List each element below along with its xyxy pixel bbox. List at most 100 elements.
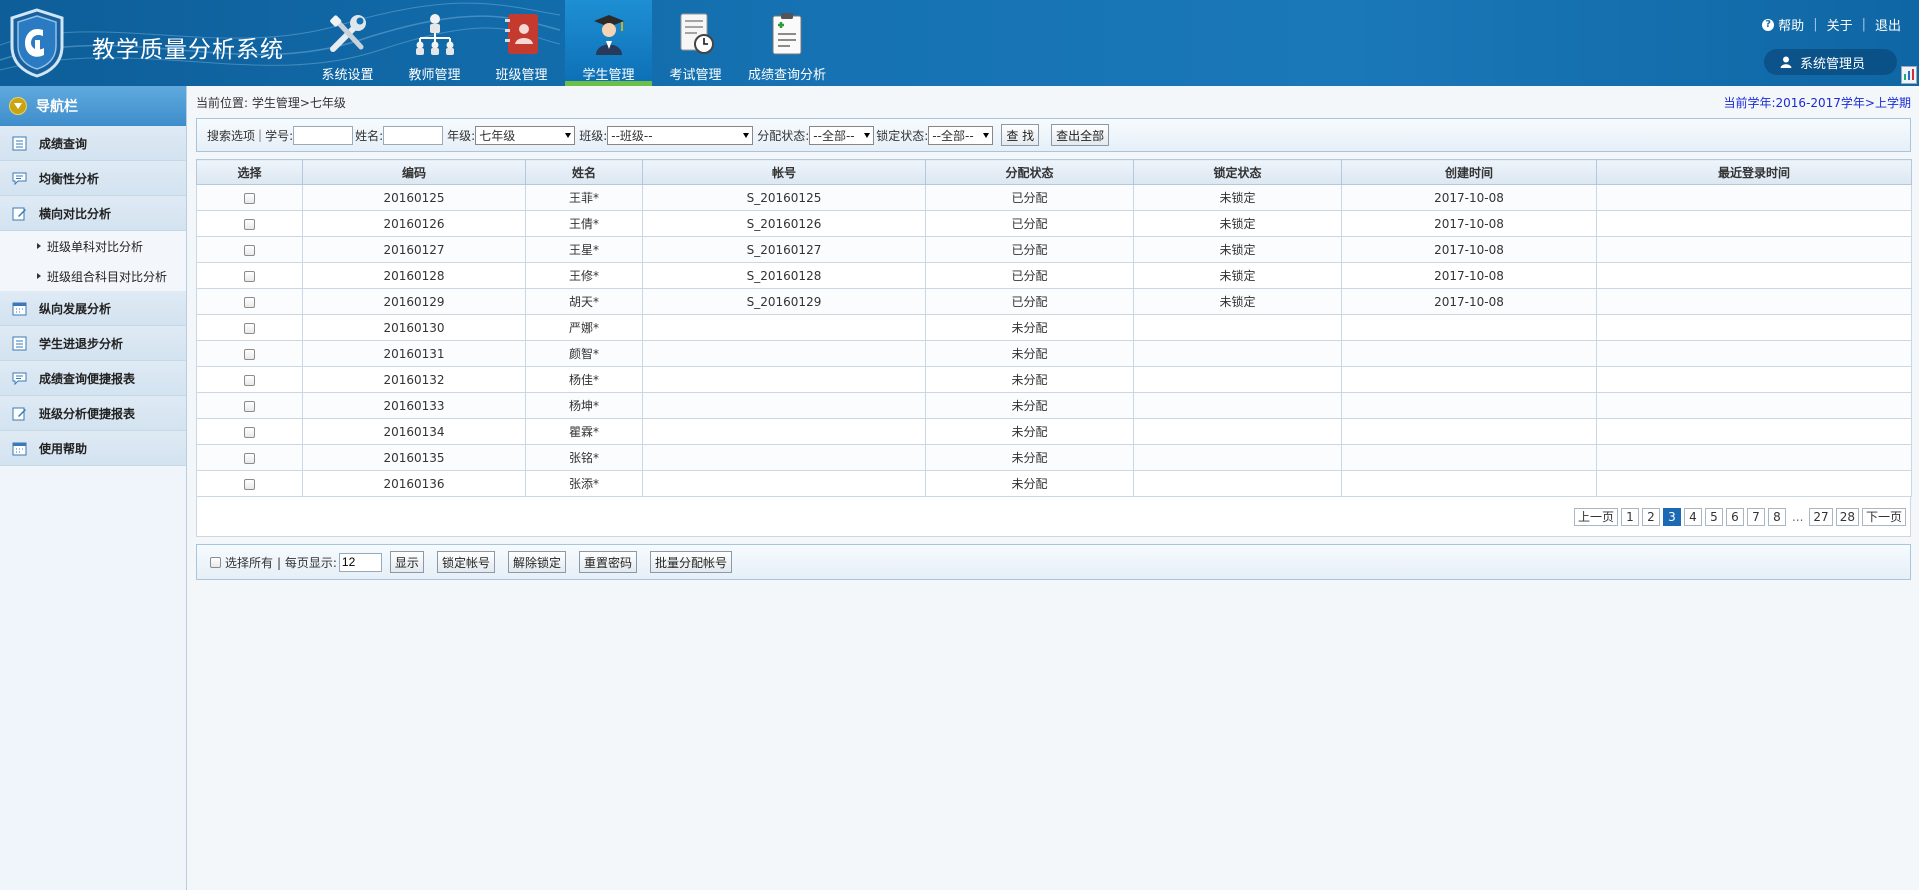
lock-status-cell	[1133, 340, 1342, 367]
show-button[interactable]: 显示	[389, 551, 424, 573]
search-all-button[interactable]: 查出全部	[1051, 124, 1110, 146]
class-select[interactable]: --班级--	[607, 125, 754, 145]
breadcrumb-row: 当前位置: 学生管理>七年级 当前学年:2016-2017学年>上学期	[196, 86, 1911, 118]
nav-system-settings[interactable]: 系统设置	[304, 0, 391, 86]
sidebar-item-class-report[interactable]: 班级分析便捷报表	[0, 396, 186, 431]
table-row: 20160131 颜智* 未分配	[196, 340, 1912, 367]
sidebar-header[interactable]: 导航栏	[0, 86, 186, 126]
nav-exam-management[interactable]: 考试管理	[652, 0, 739, 86]
last-login-cell	[1596, 236, 1912, 263]
chart-corner-icon[interactable]	[1901, 66, 1917, 84]
code-cell: 20160125	[302, 184, 526, 211]
row-checkbox[interactable]	[244, 374, 255, 386]
list-icon	[12, 336, 27, 350]
select-cell	[196, 288, 303, 315]
sidebar-item-score-query[interactable]: 成绩查询	[0, 126, 186, 161]
sidebar-subitem-single-subject[interactable]: 班级单科对比分析	[0, 231, 186, 261]
select-all-checkbox[interactable]	[210, 556, 221, 568]
row-checkbox[interactable]	[244, 400, 255, 412]
sidebar-item-vertical-analysis[interactable]: 纵向发展分析	[0, 291, 186, 326]
created-time-cell: 2017-10-08	[1341, 288, 1597, 315]
lock-status-select[interactable]: --全部--	[928, 125, 994, 145]
prev-page-button[interactable]: 上一页	[1573, 507, 1618, 526]
lock-account-button[interactable]: 锁定帐号	[436, 551, 495, 573]
page-button[interactable]: 7	[1746, 507, 1765, 526]
sidebar-item-score-report[interactable]: 成绩查询便捷报表	[0, 361, 186, 396]
page-button[interactable]: 4	[1683, 507, 1702, 526]
next-page-button[interactable]: 下一页	[1861, 507, 1906, 526]
per-page-input[interactable]	[338, 552, 382, 572]
clipboard-icon	[763, 10, 811, 58]
sidebar-subitem-combined-subject[interactable]: 班级组合科目对比分析	[0, 261, 186, 291]
row-checkbox[interactable]	[244, 452, 255, 464]
last-login-cell	[1596, 210, 1912, 237]
page-button[interactable]: 3	[1662, 507, 1681, 526]
grade-select[interactable]: 七年级	[475, 125, 576, 145]
nav-label: 系统设置	[321, 68, 374, 83]
nav-label: 班级管理	[495, 68, 548, 83]
about-link[interactable]: 关于	[1827, 15, 1853, 34]
assign-status-cell: 已分配	[925, 288, 1134, 315]
contact-book-icon	[498, 10, 546, 58]
row-checkbox[interactable]	[244, 348, 255, 360]
created-time-cell: 2017-10-08	[1341, 210, 1597, 237]
name-input[interactable]	[383, 125, 444, 145]
row-checkbox[interactable]	[244, 192, 255, 204]
grade-label: 年级:	[447, 128, 476, 143]
page-button[interactable]: 5	[1704, 507, 1723, 526]
column-header: 姓名	[525, 159, 643, 185]
select-cell	[196, 236, 303, 263]
nav-teacher-management[interactable]: 教师管理	[391, 0, 478, 86]
page-button[interactable]: 27	[1809, 507, 1833, 526]
search-options-label: 搜索选项	[207, 128, 256, 143]
page-button[interactable]: 8	[1767, 507, 1786, 526]
student-no-input[interactable]	[293, 125, 354, 145]
list-icon	[12, 136, 27, 150]
row-checkbox[interactable]	[244, 218, 255, 230]
lock-status-cell: 未锁定	[1133, 262, 1342, 289]
help-link[interactable]: 帮助	[1778, 15, 1804, 34]
user-icon	[1780, 56, 1792, 68]
assign-status-cell: 未分配	[925, 314, 1134, 341]
table-row: 20160136 张添* 未分配	[196, 470, 1912, 497]
row-checkbox[interactable]	[244, 322, 255, 334]
reset-password-button[interactable]: 重置密码	[578, 551, 637, 573]
sidebar-item-balance-analysis[interactable]: 均衡性分析	[0, 161, 186, 196]
class-select-value: --班级--	[611, 128, 653, 143]
row-checkbox[interactable]	[244, 426, 255, 438]
code-cell: 20160135	[302, 444, 526, 471]
row-checkbox[interactable]	[244, 296, 255, 308]
page-button[interactable]: 1	[1620, 507, 1639, 526]
dropdown-arrow-icon	[864, 132, 871, 138]
page-button[interactable]: 28	[1835, 507, 1859, 526]
sidebar-item-help[interactable]: 使用帮助	[0, 431, 186, 466]
search-button[interactable]: 查 找	[1001, 124, 1040, 146]
code-cell: 20160132	[302, 366, 526, 393]
nav-score-query-analysis[interactable]: 成绩查询分析	[739, 0, 835, 86]
page-button[interactable]: 6	[1725, 507, 1744, 526]
nav-student-management[interactable]: 学生管理	[565, 0, 652, 86]
row-checkbox[interactable]	[244, 478, 255, 490]
user-menu[interactable]: 系统管理员	[1764, 49, 1897, 75]
lock-status-cell: 未锁定	[1133, 236, 1342, 263]
table-row: 20160128 王修* S_20160128 已分配 未锁定 2017-10-08	[196, 262, 1912, 289]
sidebar-item-label: 使用帮助	[39, 441, 88, 456]
assign-status-cell: 未分配	[925, 470, 1134, 497]
assign-status-select[interactable]: --全部--	[809, 125, 875, 145]
code-cell: 20160133	[302, 392, 526, 419]
batch-assign-button[interactable]: 批量分配帐号	[649, 551, 732, 573]
logout-link[interactable]: 退出	[1875, 15, 1901, 34]
account-cell	[642, 340, 926, 367]
row-checkbox[interactable]	[244, 270, 255, 282]
nav-class-management[interactable]: 班级管理	[478, 0, 565, 86]
last-login-cell	[1596, 470, 1912, 497]
select-cell	[196, 262, 303, 289]
calendar-icon	[12, 302, 27, 315]
row-checkbox[interactable]	[244, 244, 255, 256]
unlock-account-button[interactable]: 解除锁定	[507, 551, 566, 573]
sidebar-item-progress-analysis[interactable]: 学生进退步分析	[0, 326, 186, 361]
sidebar: 导航栏 成绩查询 均衡性分析 横向对比分析 班级单科对比分析 班级组合科目对比分…	[0, 86, 187, 890]
sidebar-item-horizontal-analysis[interactable]: 横向对比分析	[0, 196, 186, 231]
page-button[interactable]: 2	[1641, 507, 1660, 526]
account-cell: S_20160126	[642, 210, 926, 237]
